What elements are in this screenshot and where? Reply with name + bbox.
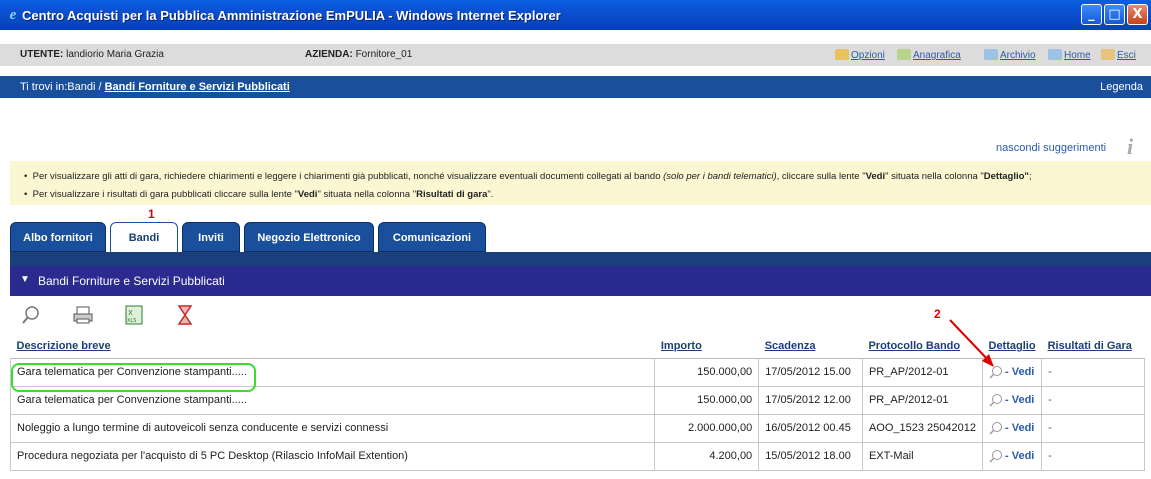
col-header-dettaglio[interactable]: Dettaglio [982, 334, 1042, 359]
tab-inviti[interactable]: Inviti [182, 222, 240, 252]
view-detail-link[interactable]: - Vedi [1005, 422, 1034, 434]
gear-icon [835, 49, 849, 60]
section-title: Bandi Forniture e Servizi Pubblicati [38, 274, 225, 288]
close-button[interactable]: X [1127, 4, 1148, 25]
table-row[interactable]: Procedura negoziata per l'acquisto di 5 … [9, 441, 1145, 471]
breadcrumb: Ti trovi in:Bandi / Bandi Forniture e Se… [0, 76, 1151, 98]
magnifier-icon[interactable] [989, 421, 1003, 435]
section-header: ▼ Bandi Forniture e Servizi Pubblicati [10, 266, 1151, 296]
highlight-box [11, 363, 256, 392]
magnifier-icon[interactable] [989, 449, 1003, 463]
tab-comunicazioni[interactable]: Comunicazioni [378, 222, 486, 252]
col-header-protocollo[interactable]: Protocollo Bando [862, 334, 983, 359]
table-row[interactable]: Noleggio a lungo termine di autoveicoli … [9, 413, 1145, 443]
row-protocol: PR_AP/2012-01 [861, 357, 984, 387]
info-icon: i [1127, 134, 1134, 159]
hide-suggestions-link[interactable]: nascondi suggerimenti [996, 142, 1106, 154]
row-results: - [1041, 413, 1145, 443]
tab-underline [10, 252, 1151, 266]
magnifier-icon[interactable] [989, 393, 1003, 407]
company-info: AZIENDA: Fornitore_01 [305, 49, 413, 60]
col-header-descrizione[interactable]: Descrizione breve [10, 334, 655, 359]
print-icon[interactable] [72, 304, 94, 326]
row-deadline: 16/05/2012 00.45 [758, 413, 863, 443]
tab-albo-fornitori[interactable]: Albo fornitori [10, 222, 106, 252]
tab-bandi[interactable]: Bandi [110, 222, 178, 252]
row-deadline: 17/05/2012 15.00 [758, 357, 863, 387]
row-description[interactable]: Noleggio a lungo termine di autoveicoli … [9, 413, 656, 443]
archive-icon [984, 49, 998, 60]
row-detail[interactable]: - Vedi [981, 385, 1043, 415]
home-icon [1048, 49, 1062, 60]
breadcrumb-prefix: Ti trovi in:Bandi / [20, 81, 105, 93]
hint-line-1: • Per visualizzare gli atti di gara, ric… [24, 171, 1032, 182]
row-protocol: PR_AP/2012-01 [861, 385, 984, 415]
maximize-button[interactable]: □ [1104, 4, 1125, 25]
hourglass-icon[interactable] [174, 304, 196, 326]
svg-text:XLS: XLS [127, 318, 136, 324]
breadcrumb-current[interactable]: Bandi Forniture e Servizi Pubblicati [105, 81, 290, 93]
row-detail[interactable]: - Vedi [981, 441, 1043, 471]
user-info: UTENTE: landiorio Maria Grazia [20, 49, 164, 60]
row-protocol: EXT-Mail [861, 441, 984, 471]
row-description[interactable]: Procedura negoziata per l'acquisto di 5 … [9, 441, 656, 471]
row-amount: 2.000.000,00 [654, 413, 760, 443]
view-detail-link[interactable]: - Vedi [1005, 450, 1034, 462]
ie-icon: e [9, 7, 17, 23]
hint-line-2: • Per visualizzare i risultati di gara p… [24, 189, 494, 200]
archive-link[interactable]: Archivio [984, 49, 1036, 61]
col-header-importo[interactable]: Importo [654, 334, 759, 359]
exit-icon [1101, 49, 1115, 60]
row-detail[interactable]: - Vedi [981, 357, 1043, 387]
view-detail-link[interactable]: - Vedi [1005, 394, 1034, 406]
col-header-risultati[interactable]: Risultati di Gara [1041, 334, 1145, 359]
col-header-scadenza[interactable]: Scadenza [758, 334, 863, 359]
window-title-bar: e Centro Acquisti per la Pubblica Ammini… [0, 0, 1151, 30]
window-title: Centro Acquisti per la Pubblica Amminist… [22, 8, 561, 23]
annotation-1: 1 [148, 207, 155, 221]
row-amount: 4.200,00 [654, 441, 760, 471]
exit-link[interactable]: Esci [1101, 49, 1136, 61]
row-deadline: 17/05/2012 12.00 [758, 385, 863, 415]
minimize-button[interactable]: _ [1081, 4, 1102, 25]
row-amount: 150.000,00 [654, 357, 760, 387]
row-detail[interactable]: - Vedi [981, 413, 1043, 443]
table-header-row: Descrizione breve Importo Scadenza Proto… [10, 334, 1145, 359]
options-link[interactable]: Opzioni [835, 49, 885, 61]
row-results: - [1041, 385, 1145, 415]
user-bar: UTENTE: landiorio Maria Grazia AZIENDA: … [0, 44, 1151, 66]
view-detail-link[interactable]: - Vedi [1005, 366, 1034, 378]
search-icon[interactable] [20, 304, 42, 326]
excel-export-icon[interactable]: XXLS [123, 304, 145, 326]
registry-link[interactable]: Anagrafica [897, 49, 961, 61]
row-amount: 150.000,00 [654, 385, 760, 415]
person-icon [897, 49, 911, 60]
tab-negozio-elettronico[interactable]: Negozio Elettronico [244, 222, 374, 252]
row-results: - [1041, 441, 1145, 471]
svg-text:X: X [128, 309, 133, 317]
row-results: - [1041, 357, 1145, 387]
home-link[interactable]: Home [1048, 49, 1091, 61]
magnifier-icon[interactable] [989, 365, 1003, 379]
row-protocol: AOO_1523 25042012 [861, 413, 984, 443]
collapse-arrow-icon[interactable]: ▼ [20, 274, 30, 285]
legend-link[interactable]: Legenda [1100, 81, 1143, 93]
suggestions-box: • Per visualizzare gli atti di gara, ric… [10, 161, 1151, 205]
row-deadline: 15/05/2012 18.00 [758, 441, 863, 471]
table-toolbar: X XLS [10, 298, 1151, 330]
tenders-table: Descrizione breve Importo Scadenza Proto… [9, 334, 1145, 471]
